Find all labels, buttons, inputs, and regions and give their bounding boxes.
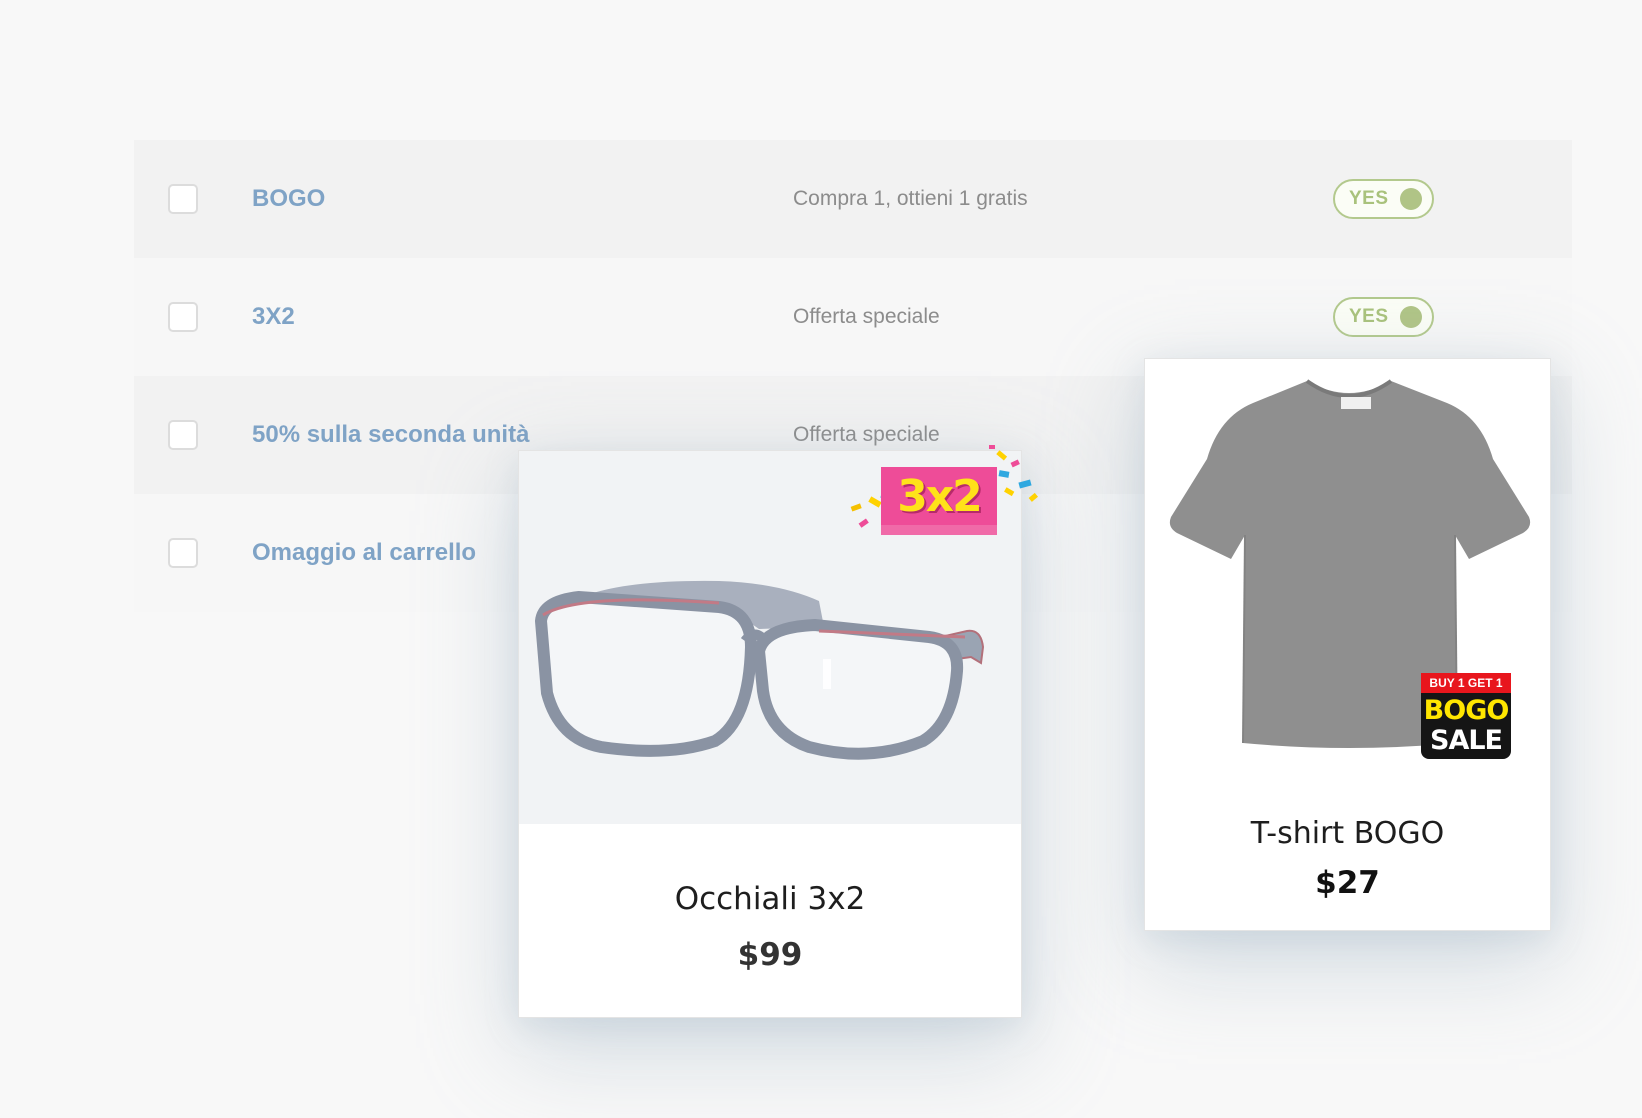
toggle-knob bbox=[1400, 306, 1422, 328]
bogo-badge-top: BUY 1 GET 1 bbox=[1421, 673, 1511, 693]
toggle-label: YES bbox=[1349, 188, 1389, 209]
rule-status-toggle[interactable]: YES bbox=[1333, 179, 1434, 219]
product-image-area: 3x2 bbox=[519, 445, 1038, 824]
promo-badge-3x2: 3x2 bbox=[881, 467, 997, 535]
product-card-glasses[interactable]: 3x2 Occhiali 3x2 $99 bbox=[518, 445, 1038, 1018]
stage: BOGO Compra 1, ottieni 1 gratis YES 3X2 … bbox=[0, 0, 1642, 1118]
rule-checkbox[interactable] bbox=[168, 420, 198, 450]
bogo-badge-line1: BOGO bbox=[1423, 695, 1510, 726]
promo-badge-text: 3x2 bbox=[897, 470, 983, 522]
rule-description: Offerta speciale bbox=[793, 305, 940, 328]
toggle-label: YES bbox=[1349, 306, 1389, 327]
rule-row-bogo: BOGO Compra 1, ottieni 1 gratis YES bbox=[134, 140, 1572, 258]
rule-name-link[interactable]: 50% sulla seconda unità bbox=[252, 421, 529, 449]
rule-checkbox[interactable] bbox=[168, 302, 198, 332]
promo-badge-bogo: BUY 1 GET 1 BOGO SALE bbox=[1421, 673, 1511, 763]
product-image-area: BUY 1 GET 1 BOGO SALE bbox=[1145, 359, 1550, 781]
bogo-badge-main: BOGO SALE bbox=[1421, 693, 1511, 759]
product-price: $27 bbox=[1315, 865, 1380, 901]
product-title[interactable]: Occhiali 3x2 bbox=[519, 881, 1021, 917]
rule-name-link[interactable]: BOGO bbox=[252, 185, 325, 213]
bogo-badge-line2: SALE bbox=[1430, 725, 1503, 756]
rule-description: Compra 1, ottieni 1 gratis bbox=[793, 187, 1028, 210]
product-title[interactable]: T-shirt BOGO bbox=[1145, 816, 1550, 851]
product-price: $99 bbox=[737, 937, 803, 973]
rule-status-toggle[interactable]: YES bbox=[1333, 297, 1434, 337]
rule-name-link[interactable]: Omaggio al carrello bbox=[252, 539, 476, 567]
rule-name-link[interactable]: 3X2 bbox=[252, 303, 295, 331]
product-card-tshirt[interactable]: BUY 1 GET 1 BOGO SALE T-shirt BOGO $27 bbox=[1144, 358, 1551, 931]
toggle-knob bbox=[1400, 188, 1422, 210]
rule-checkbox[interactable] bbox=[168, 184, 198, 214]
rule-checkbox[interactable] bbox=[168, 538, 198, 568]
